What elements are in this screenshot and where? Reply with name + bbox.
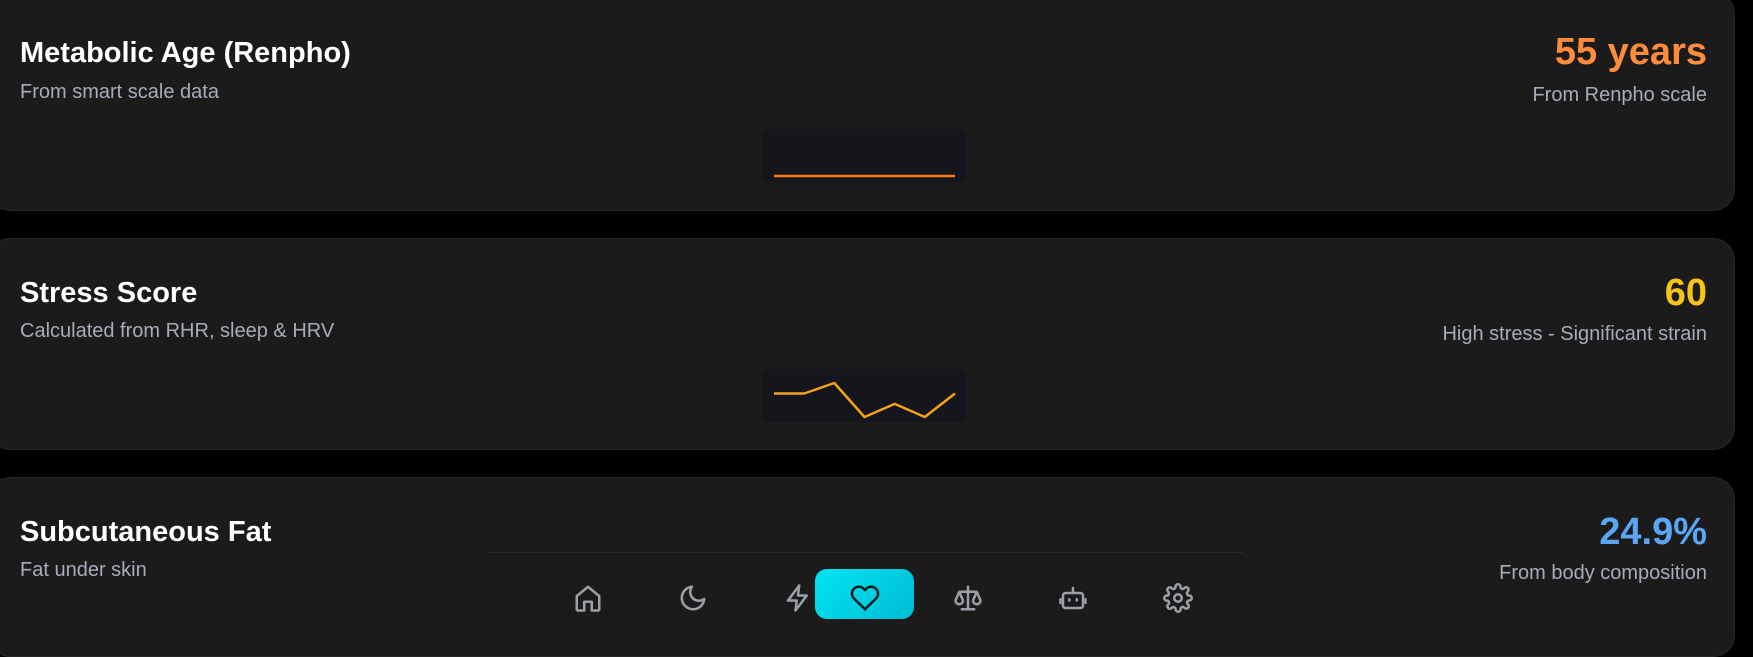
sparkline-stress-score xyxy=(762,369,967,422)
nav-body[interactable] xyxy=(919,569,1017,619)
nav-settings[interactable] xyxy=(1129,569,1227,619)
nav-health[interactable] xyxy=(815,569,914,619)
card-title: Subcutaneous Fat xyxy=(20,516,272,548)
metric-note: From body composition xyxy=(1499,562,1707,584)
card-title: Metabolic Age (Renpho) xyxy=(20,37,351,69)
sparkline-metabolic-age xyxy=(762,129,967,182)
metric-card-metabolic-age: Metabolic Age (Renpho) From smart scale … xyxy=(0,0,1735,211)
card-subtitle: Calculated from RHR, sleep & HRV xyxy=(20,320,335,342)
metric-card-stress-score: Stress Score Calculated from RHR, sleep … xyxy=(0,238,1735,450)
nav-sleep[interactable] xyxy=(644,569,742,619)
nav-home[interactable] xyxy=(539,569,637,619)
metric-note: High stress - Significant strain xyxy=(1442,323,1707,345)
metric-value: 60 xyxy=(1664,272,1707,314)
metric-note: From Renpho scale xyxy=(1532,84,1707,106)
sparkline-svg xyxy=(774,174,955,178)
card-title: Stress Score xyxy=(20,277,198,309)
sparkline-svg xyxy=(774,381,956,419)
nav-ai-coach[interactable] xyxy=(1024,569,1122,619)
bottom-nav xyxy=(488,552,1243,619)
metric-value: 24.9% xyxy=(1599,511,1707,553)
card-subtitle: From smart scale data xyxy=(20,81,219,103)
card-subtitle: Fat under skin xyxy=(20,559,147,581)
metric-value: 55 years xyxy=(1554,31,1707,73)
sparkline-line xyxy=(774,381,956,419)
